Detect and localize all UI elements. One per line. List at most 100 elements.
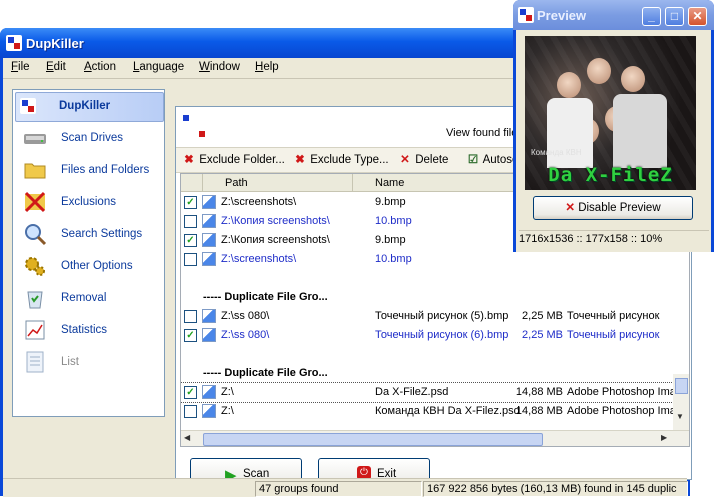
image-logo-text: Da X-FileZ [548, 164, 673, 186]
sidebar-item-label: Other Options [61, 260, 133, 272]
disable-preview-button[interactable]: ✕ Disable Preview [533, 196, 693, 220]
cell-type: Точечный рисунок [567, 310, 660, 322]
bmp-file-icon [202, 214, 216, 228]
menu-help[interactable]: Help [255, 61, 279, 73]
sidebar-item-label: Search Settings [61, 228, 143, 240]
sidebar-item-scan-drives[interactable]: Scan Drives [19, 124, 159, 154]
exclude-type-button[interactable]: ✖ Exclude Type... [293, 152, 389, 166]
sidebar-header[interactable]: DupKiller [15, 92, 164, 122]
exclude-folder-icon: ✖ [184, 154, 194, 166]
preview-image: Команда КВН Da X-FileZ [525, 36, 696, 190]
table-row[interactable]: Z:\screenshots\ 10.bmp [181, 250, 689, 269]
scroll-left-arrow-icon[interactable]: ◀ [184, 433, 190, 442]
cell-name: 9.bmp [375, 234, 406, 246]
cell-path: Z:\ss 080\ [221, 310, 270, 322]
list-icon [26, 351, 44, 373]
cell-path: Z:\ss 080\ [221, 329, 270, 341]
cell-name: Точечный рисунок (6).bmp [375, 329, 509, 341]
sidebar-item-list[interactable]: List [19, 348, 159, 378]
horizontal-scrollbar[interactable]: ◀ ▶ [181, 430, 689, 446]
row-checkbox[interactable]: ✓ [184, 234, 197, 247]
cell-path: Z:\screenshots\ [221, 253, 297, 265]
row-checkbox[interactable]: ✓ [184, 329, 197, 342]
scroll-right-arrow-icon[interactable]: ▶ [661, 433, 667, 442]
table-row[interactable]: ✓ Z:\ss 080\ Точечный рисунок (6).bmp 2,25 … [181, 326, 689, 345]
cell-path: Z:\Копия screenshots\ [221, 215, 330, 227]
image-small-text: Команда КВН [531, 148, 582, 157]
exclude-folder-label: Exclude Folder... [199, 154, 285, 166]
bmp-file-icon [202, 252, 216, 266]
preview-titlebar[interactable]: Preview _ □ ✕ [513, 0, 714, 30]
h-scroll-thumb[interactable] [203, 433, 543, 446]
window-title: DupKiller [26, 36, 84, 51]
exclude-folder-button[interactable]: ✖ Exclude Folder... [182, 152, 285, 166]
column-header-path[interactable]: Path [203, 174, 353, 192]
table-row[interactable]: Z:\ss 080\ Точечный рисунок (5).bmp 2,25 M… [181, 307, 689, 326]
bmp-file-icon [202, 328, 216, 342]
exclude-type-label: Exclude Type... [310, 154, 389, 166]
sidebar-item-other-options[interactable]: Other Options [19, 252, 159, 282]
group-header-row[interactable]: ----- Duplicate File Gro... [181, 288, 689, 307]
column-header-name[interactable]: Name [353, 174, 515, 192]
table-row[interactable]: Z:\ Команда КВН Da X-Filez.psd 14,88 MB Ado… [181, 402, 689, 421]
sidebar: DupKiller Scan Drives Files and Folders … [12, 89, 165, 417]
sidebar-item-label: Files and Folders [61, 164, 150, 176]
cell-type: Adobe Photoshop Ima [567, 405, 676, 417]
maximize-icon: □ [670, 9, 679, 23]
row-checkbox[interactable] [184, 253, 197, 266]
sidebar-item-label: List [61, 356, 79, 368]
row-checkbox[interactable]: ✓ [184, 386, 197, 399]
vertical-scrollbar[interactable]: ▼ [673, 374, 689, 430]
menu-language[interactable]: Language [133, 61, 184, 73]
table-spacer-row [181, 269, 689, 288]
cell-path: Z:\ [221, 405, 234, 417]
person-shape [587, 58, 611, 84]
table-spacer-row [181, 345, 689, 364]
menu-file[interactable]: File [11, 61, 30, 73]
menu-edit[interactable]: Edit [46, 61, 66, 73]
app-logo-icon [181, 113, 207, 139]
preview-status: 1716x1536 :: 177x158 :: 10% [519, 230, 709, 247]
table-row[interactable]: ✓ Z:\ Da X-FileZ.psd 14,88 MB Adobe Photosho… [181, 382, 689, 403]
recycle-bin-icon [27, 291, 43, 309]
minimize-button[interactable]: _ [642, 7, 661, 26]
maximize-button[interactable]: □ [665, 7, 684, 26]
cell-path: Z:\Копия screenshots\ [221, 234, 330, 246]
cell-name: Команда КВН Da X-Filez.psd [375, 405, 520, 417]
cell-size: 14,88 MB [515, 386, 563, 398]
drive-icon [24, 134, 46, 144]
psd-file-icon [202, 385, 216, 399]
sidebar-item-label: Exclusions [61, 196, 116, 208]
sidebar-item-label: Removal [61, 292, 107, 304]
menu-window[interactable]: Window [199, 61, 240, 73]
cell-path: Z:\ [221, 386, 234, 398]
row-checkbox[interactable] [184, 310, 197, 323]
row-checkbox[interactable]: ✓ [184, 196, 197, 209]
sidebar-item-removal[interactable]: Removal [19, 284, 159, 314]
sidebar-item-statistics[interactable]: Statistics [19, 316, 159, 346]
cell-name: Точечный рисунок (5).bmp [375, 310, 509, 322]
scroll-thumb[interactable] [675, 378, 688, 394]
status-bytes: 167 922 856 bytes (160,13 MB) found in 1… [423, 481, 688, 497]
cell-name: Da X-FileZ.psd [375, 386, 449, 398]
sidebar-item-exclusions[interactable]: Exclusions [19, 188, 159, 218]
row-checkbox[interactable] [184, 405, 197, 418]
group-header-row[interactable]: ----- Duplicate File Gro... [181, 364, 689, 383]
app-logo-icon [20, 98, 36, 114]
delete-button[interactable]: ✕ Delete [398, 152, 448, 166]
sidebar-item-files-and-folders[interactable]: Files and Folders [19, 156, 159, 186]
delete-label: Delete [415, 154, 449, 166]
menu-action[interactable]: Action [84, 61, 116, 73]
sidebar-item-search-settings[interactable]: Search Settings [19, 220, 159, 250]
row-checkbox[interactable] [184, 215, 197, 228]
scroll-down-arrow-icon[interactable]: ▼ [676, 412, 684, 421]
status-bar: 47 groups found 167 922 856 bytes (160,1… [3, 478, 688, 497]
close-button[interactable]: ✕ [688, 7, 707, 26]
column-header-check[interactable] [181, 174, 203, 192]
cell-type: Adobe Photoshop Ima [567, 386, 676, 398]
cell-name: 9.bmp [375, 196, 406, 208]
group-header-label: ----- Duplicate File Gro... [203, 291, 328, 303]
bmp-file-icon [202, 309, 216, 323]
close-icon: ✕ [692, 9, 703, 23]
cell-name: 10.bmp [375, 253, 412, 265]
